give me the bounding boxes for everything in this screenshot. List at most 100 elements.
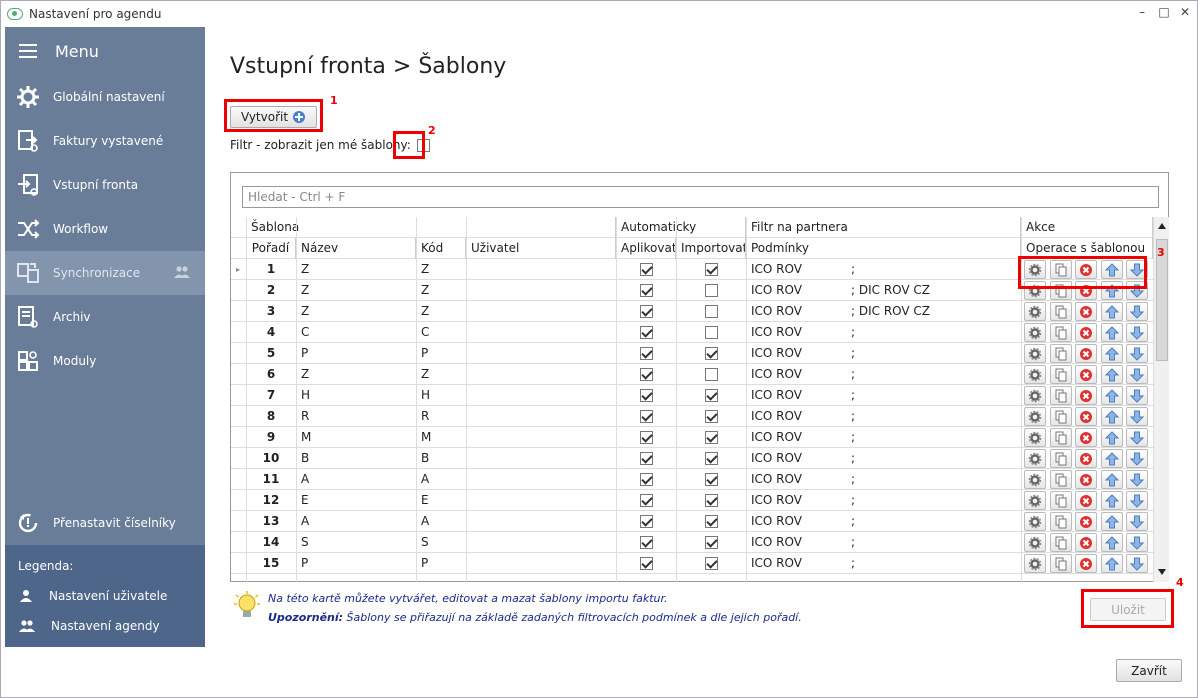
sidebar-item-modules[interactable]: Moduly bbox=[5, 339, 205, 383]
delete-button[interactable] bbox=[1075, 344, 1097, 363]
move-up-button[interactable] bbox=[1100, 533, 1123, 552]
move-up-button[interactable] bbox=[1100, 407, 1123, 426]
table-row[interactable]: 5 P P ICO ROV; bbox=[231, 343, 1153, 364]
delete-button[interactable] bbox=[1075, 512, 1097, 531]
move-down-button[interactable] bbox=[1126, 428, 1148, 447]
table-row[interactable]: 11 A A ICO ROV; bbox=[231, 469, 1153, 490]
delete-button[interactable] bbox=[1075, 386, 1097, 405]
apply-checkbox[interactable] bbox=[640, 368, 653, 381]
sidebar-item-workflow[interactable]: Workflow bbox=[5, 207, 205, 251]
settings-button[interactable] bbox=[1024, 365, 1046, 384]
apply-checkbox[interactable] bbox=[640, 473, 653, 486]
copy-button[interactable] bbox=[1049, 512, 1072, 531]
import-checkbox[interactable] bbox=[705, 536, 718, 549]
delete-button[interactable] bbox=[1075, 554, 1097, 573]
column-header-cell[interactable]: Aplikovat bbox=[616, 238, 676, 259]
apply-checkbox[interactable] bbox=[640, 452, 653, 465]
import-checkbox[interactable] bbox=[705, 284, 718, 297]
table-row[interactable]: 14 S S ICO ROV; bbox=[231, 532, 1153, 553]
apply-checkbox[interactable] bbox=[640, 515, 653, 528]
reset-codelists-item[interactable]: Přenastavit číselníky bbox=[5, 501, 205, 545]
move-down-button[interactable] bbox=[1126, 365, 1148, 384]
apply-checkbox[interactable] bbox=[640, 389, 653, 402]
apply-checkbox[interactable] bbox=[640, 410, 653, 423]
table-row[interactable]: 2 Z Z ICO ROV ; DIC ROV CZ bbox=[231, 280, 1153, 301]
maximize-icon[interactable]: □ bbox=[1157, 5, 1171, 19]
import-checkbox[interactable] bbox=[705, 347, 718, 360]
scroll-up-icon[interactable] bbox=[1156, 221, 1168, 231]
settings-button[interactable] bbox=[1024, 554, 1046, 573]
import-checkbox[interactable] bbox=[705, 452, 718, 465]
move-up-button[interactable] bbox=[1100, 386, 1123, 405]
copy-button[interactable] bbox=[1049, 302, 1072, 321]
table-row[interactable]: 8 R R ICO ROV; bbox=[231, 406, 1153, 427]
import-checkbox[interactable] bbox=[705, 494, 718, 507]
move-down-button[interactable] bbox=[1126, 470, 1148, 489]
import-checkbox[interactable] bbox=[705, 431, 718, 444]
move-up-button[interactable] bbox=[1100, 323, 1123, 342]
settings-button[interactable] bbox=[1024, 407, 1046, 426]
column-header-cell[interactable]: Uživatel bbox=[466, 238, 616, 259]
import-checkbox[interactable] bbox=[705, 368, 718, 381]
apply-checkbox[interactable] bbox=[640, 284, 653, 297]
import-checkbox[interactable] bbox=[705, 389, 718, 402]
delete-button[interactable] bbox=[1075, 302, 1097, 321]
apply-checkbox[interactable] bbox=[640, 536, 653, 549]
delete-button[interactable] bbox=[1075, 491, 1097, 510]
import-checkbox[interactable] bbox=[705, 473, 718, 486]
move-down-button[interactable] bbox=[1126, 449, 1148, 468]
move-up-button[interactable] bbox=[1100, 449, 1123, 468]
settings-button[interactable] bbox=[1024, 449, 1046, 468]
copy-button[interactable] bbox=[1049, 470, 1072, 489]
delete-button[interactable] bbox=[1075, 365, 1097, 384]
apply-checkbox[interactable] bbox=[640, 557, 653, 570]
delete-button[interactable] bbox=[1075, 533, 1097, 552]
delete-button[interactable] bbox=[1075, 449, 1097, 468]
delete-button[interactable] bbox=[1075, 470, 1097, 489]
sidebar-item-gear[interactable]: Globální nastavení bbox=[5, 75, 205, 119]
settings-button[interactable] bbox=[1024, 386, 1046, 405]
sidebar-item-sync[interactable]: Synchronizace bbox=[5, 251, 205, 295]
column-header-cell[interactable]: Pořadí bbox=[246, 238, 296, 259]
copy-button[interactable] bbox=[1049, 407, 1072, 426]
copy-button[interactable] bbox=[1049, 323, 1072, 342]
search-input[interactable]: Hledat - Ctrl + F bbox=[242, 186, 1159, 208]
move-up-button[interactable] bbox=[1100, 302, 1123, 321]
column-header-cell[interactable]: Podmínky bbox=[746, 238, 1021, 259]
table-row[interactable]: ▸ 1 Z Z ICO ROV; bbox=[231, 259, 1153, 280]
table-row[interactable]: 10 B B ICO ROV; bbox=[231, 448, 1153, 469]
settings-button[interactable] bbox=[1024, 470, 1046, 489]
settings-button[interactable] bbox=[1024, 323, 1046, 342]
table-row[interactable]: 7 H H ICO ROV; bbox=[231, 385, 1153, 406]
close-icon[interactable]: ✕ bbox=[1178, 5, 1192, 19]
settings-button[interactable] bbox=[1024, 533, 1046, 552]
close-button[interactable]: Zavřít bbox=[1116, 659, 1182, 682]
move-up-button[interactable] bbox=[1100, 554, 1123, 573]
copy-button[interactable] bbox=[1049, 449, 1072, 468]
import-checkbox[interactable] bbox=[705, 410, 718, 423]
table-row[interactable]: 15 P P ICO ROV; bbox=[231, 553, 1153, 574]
copy-button[interactable] bbox=[1049, 533, 1072, 552]
sidebar-item-input-queue[interactable]: Vstupní fronta bbox=[5, 163, 205, 207]
sidebar-item-archive[interactable]: Archiv bbox=[5, 295, 205, 339]
column-header-cell[interactable]: Importovat bbox=[676, 238, 746, 259]
move-down-button[interactable] bbox=[1126, 323, 1148, 342]
table-row[interactable]: 6 Z Z ICO ROV; bbox=[231, 364, 1153, 385]
move-down-button[interactable] bbox=[1126, 407, 1148, 426]
settings-button[interactable] bbox=[1024, 512, 1046, 531]
settings-button[interactable] bbox=[1024, 344, 1046, 363]
move-down-button[interactable] bbox=[1126, 491, 1148, 510]
apply-checkbox[interactable] bbox=[640, 263, 653, 276]
copy-button[interactable] bbox=[1049, 428, 1072, 447]
copy-button[interactable] bbox=[1049, 491, 1072, 510]
column-header-cell[interactable]: Název bbox=[296, 238, 416, 259]
apply-checkbox[interactable] bbox=[640, 326, 653, 339]
copy-button[interactable] bbox=[1049, 554, 1072, 573]
move-down-button[interactable] bbox=[1126, 386, 1148, 405]
move-up-button[interactable] bbox=[1100, 365, 1123, 384]
move-down-button[interactable] bbox=[1126, 554, 1148, 573]
apply-checkbox[interactable] bbox=[640, 305, 653, 318]
copy-button[interactable] bbox=[1049, 386, 1072, 405]
import-checkbox[interactable] bbox=[705, 305, 718, 318]
copy-button[interactable] bbox=[1049, 365, 1072, 384]
